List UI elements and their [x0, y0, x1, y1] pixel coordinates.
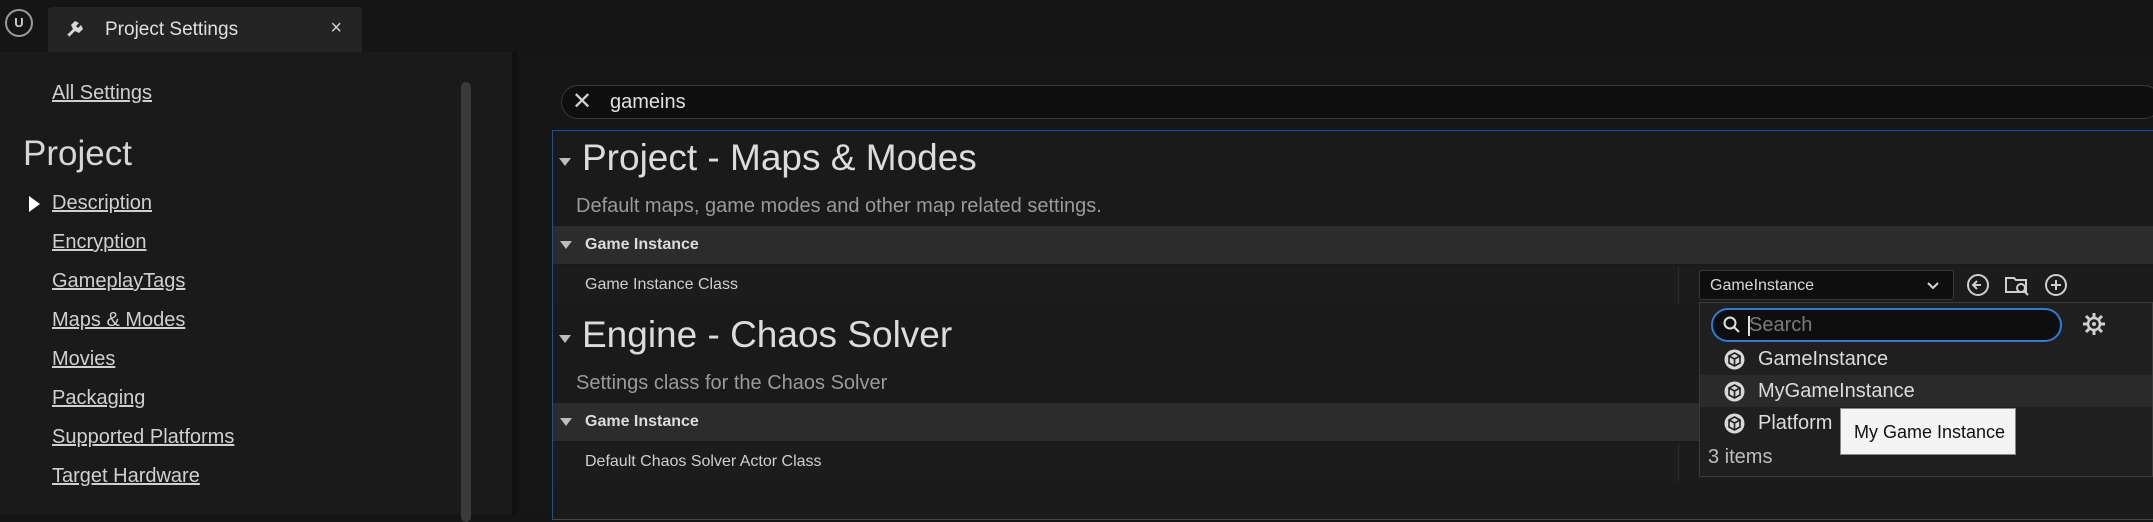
- sidebar-item-encryption[interactable]: Encryption: [52, 231, 147, 254]
- collapse-category-icon[interactable]: [560, 241, 572, 249]
- sidebar-item-packaging[interactable]: Packaging: [52, 387, 145, 410]
- section-description: Default maps, game modes and other map r…: [576, 195, 1102, 217]
- class-search-box[interactable]: [1711, 308, 2062, 342]
- project-heading: Project: [23, 134, 132, 173]
- collapse-category-icon[interactable]: [560, 418, 572, 426]
- unreal-logo-icon[interactable]: U: [5, 9, 33, 37]
- item-count: 3 items: [1708, 446, 1773, 468]
- browse-folder-icon[interactable]: [2004, 272, 2030, 298]
- tooltip: My Game Instance: [1840, 408, 2016, 455]
- list-item-mygameinstance[interactable]: MyGameInstance: [1700, 375, 2152, 407]
- list-item-label: Platform: [1758, 412, 1833, 434]
- game-instance-class-combo[interactable]: GameInstance: [1699, 270, 1954, 300]
- sidebar-item-target-hardware[interactable]: Target Hardware: [52, 465, 200, 488]
- list-item-gameinstance[interactable]: GameInstance: [1700, 343, 2152, 375]
- class-object-icon: [1724, 381, 1745, 402]
- settings-search-box[interactable]: ✕ gameins: [561, 85, 2153, 119]
- arrow-left-circle-icon[interactable]: [1965, 272, 1991, 298]
- combo-value: GameInstance: [1710, 277, 1815, 294]
- class-object-icon: [1724, 413, 1745, 434]
- search-input[interactable]: gameins: [610, 91, 686, 114]
- chevron-down-icon: [1925, 273, 1941, 302]
- tab-project-settings[interactable]: Project Settings ×: [48, 7, 362, 53]
- sidebar-item-movies[interactable]: Movies: [52, 348, 115, 371]
- column-splitter[interactable]: [1678, 266, 1679, 304]
- sidebar-item-supported-platforms[interactable]: Supported Platforms: [52, 426, 234, 449]
- tab-title: Project Settings: [105, 19, 239, 40]
- section-description: Settings class for the Chaos Solver: [576, 372, 888, 394]
- text-caret: [1748, 316, 1750, 336]
- class-object-icon: [1724, 349, 1745, 370]
- settings-icon: [65, 21, 83, 39]
- clear-search-icon[interactable]: ✕: [572, 89, 592, 115]
- category-header[interactable]: [553, 226, 2153, 264]
- all-settings-link[interactable]: All Settings: [52, 82, 152, 105]
- list-item-label: MyGameInstance: [1758, 380, 1915, 402]
- plus-circle-icon[interactable]: [2043, 272, 2069, 298]
- collapse-section-icon[interactable]: [559, 335, 571, 343]
- tooltip-text: My Game Instance: [1854, 422, 2006, 442]
- sidebar-item-maps-modes[interactable]: Maps & Modes: [52, 309, 185, 332]
- sidebar-item-gameplaytags[interactable]: GameplayTags: [52, 270, 185, 293]
- search-icon: [1723, 316, 1740, 333]
- section-title: Engine - Chaos Solver: [582, 314, 953, 355]
- class-search-input[interactable]: [1749, 314, 2049, 336]
- property-label: Game Instance Class: [585, 276, 738, 293]
- expand-arrow-icon[interactable]: [29, 196, 40, 212]
- close-icon[interactable]: ×: [330, 17, 342, 40]
- gear-icon[interactable]: [2080, 310, 2108, 338]
- collapse-section-icon[interactable]: [559, 158, 571, 166]
- column-splitter[interactable]: [1678, 443, 1679, 481]
- category-label: Game Instance: [585, 236, 699, 253]
- section-title: Project - Maps & Modes: [582, 137, 977, 178]
- settings-sidebar: All Settings Project Description Encrypt…: [0, 52, 512, 522]
- category-label: Game Instance: [585, 413, 699, 430]
- property-label: Default Chaos Solver Actor Class: [585, 453, 822, 470]
- sidebar-item-description[interactable]: Description: [52, 192, 152, 215]
- sidebar-scrollbar[interactable]: [461, 82, 471, 522]
- list-item-label: GameInstance: [1758, 348, 1889, 370]
- title-bar: U Project Settings ×: [0, 0, 2153, 53]
